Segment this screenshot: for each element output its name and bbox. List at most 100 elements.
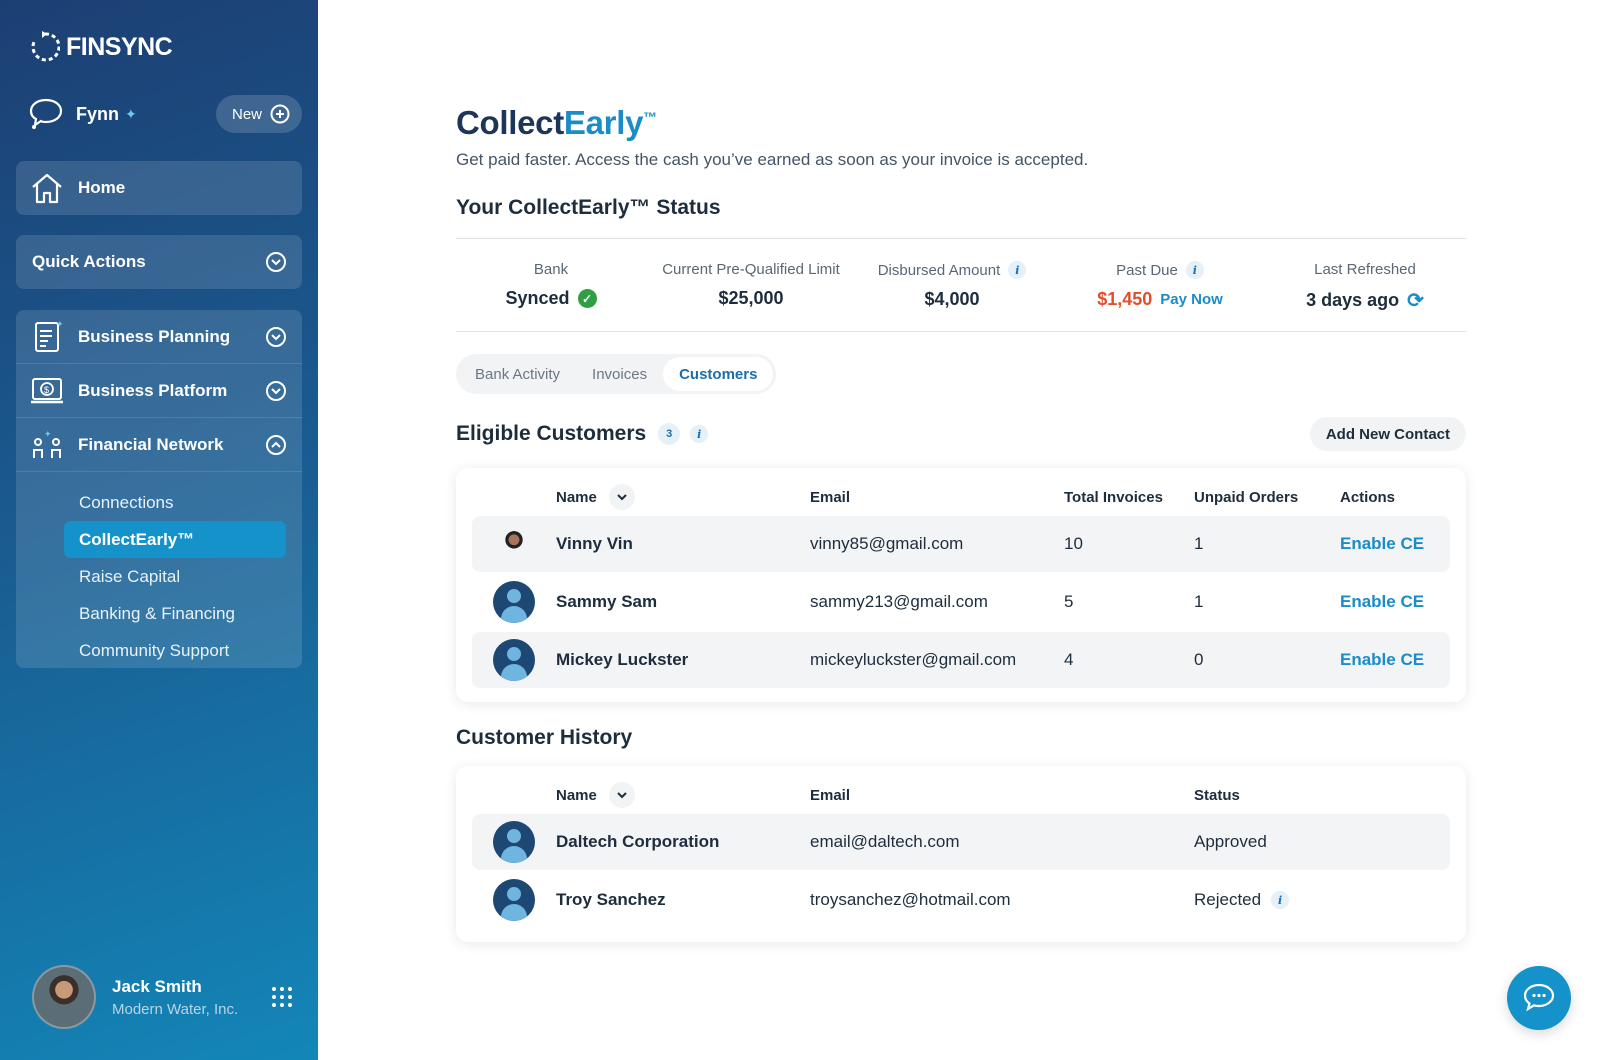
tab-customers[interactable]: Customers <box>663 357 774 391</box>
title-accent: Early <box>563 104 644 141</box>
eligible-title: Eligible Customers <box>456 422 647 445</box>
past-due-value-row: $1,450 Pay Now <box>1068 289 1252 310</box>
home-label: Home <box>78 178 126 197</box>
chevron-down-icon[interactable] <box>608 782 635 808</box>
chat-bubble-icon[interactable] <box>28 97 64 131</box>
finsync-logo[interactable]: FINSYNC <box>30 30 173 64</box>
info-icon[interactable]: i <box>1008 261 1027 279</box>
stat-past-due: Past Due i $1,450 Pay Now <box>1068 261 1252 310</box>
customer-email: mickeyluckster@gmail.com <box>810 650 1017 669</box>
customer-name: Sammy Sam <box>556 592 658 611</box>
name-header: Name <box>556 488 597 506</box>
apps-grid-icon[interactable] <box>272 987 292 1007</box>
col-name-header: Name <box>556 782 810 808</box>
page-subtitle: Get paid faster. Access the cash you’ve … <box>456 150 1089 169</box>
name-header: Name <box>556 786 597 804</box>
chat-bubble-icon <box>1523 983 1555 1012</box>
unpaid-orders: 1 <box>1194 534 1204 553</box>
table-row[interactable]: Sammy Sam sammy213@gmail.com 5 1 Enable … <box>472 574 1450 630</box>
svg-text:✦: ✦ <box>56 319 64 329</box>
refresh-icon[interactable]: ⟳ <box>1407 288 1424 313</box>
check-icon: ✓ <box>577 289 597 308</box>
avatar <box>493 581 535 623</box>
eligible-header: Eligible Customers 3 i Add New Contact <box>456 416 1466 452</box>
add-new-contact-button[interactable]: Add New Contact <box>1309 417 1466 451</box>
tab-bar: Bank Activity Invoices Customers <box>456 354 777 394</box>
bank-value: Synced <box>505 288 570 308</box>
chat-button[interactable] <box>1507 966 1571 1030</box>
stat-bank: Bank Synced ✓ <box>456 261 646 309</box>
bank-label: Bank <box>533 261 569 278</box>
table-row[interactable]: Mickey Luckster mickeyluckster@gmail.com… <box>472 632 1450 688</box>
unpaid-orders: 1 <box>1194 592 1204 611</box>
enable-ce-link[interactable]: Enable CE <box>1340 650 1424 670</box>
chevron-up-icon[interactable] <box>266 434 286 455</box>
sub-item-community-support[interactable]: Community Support <box>16 632 302 669</box>
home-icon <box>32 173 62 204</box>
info-icon[interactable]: i <box>1185 261 1204 279</box>
chevron-down-icon[interactable] <box>608 484 635 510</box>
nav-business-planning[interactable]: ✦ Business Planning <box>16 310 302 364</box>
total-invoices: 4 <box>1064 650 1074 669</box>
business-platform-label: Business Platform <box>78 380 228 400</box>
avatar[interactable] <box>32 965 96 1029</box>
table-row[interactable]: Troy Sanchez troysanchez@hotmail.com Rej… <box>472 872 1450 928</box>
refreshed-value-row: 3 days ago ⟳ <box>1272 288 1458 313</box>
chevron-down-icon[interactable] <box>266 252 286 272</box>
disbursed-label-row: Disbursed Amount i <box>860 261 1044 279</box>
customer-name: Vinny Vin <box>556 534 633 553</box>
stat-refreshed: Last Refreshed 3 days ago ⟳ <box>1272 261 1458 313</box>
info-icon[interactable]: i <box>690 425 709 443</box>
total-invoices: 10 <box>1064 534 1083 553</box>
new-button[interactable]: New <box>215 95 302 133</box>
total-invoices-header: Total Invoices <box>1064 488 1163 506</box>
nav-quick-actions[interactable]: Quick Actions <box>16 235 302 289</box>
chevron-down-icon[interactable] <box>266 326 286 347</box>
unpaid-orders-header: Unpaid Orders <box>1194 488 1299 506</box>
nav-financial-network[interactable]: ✦ Financial Network <box>16 418 302 472</box>
avatar <box>493 879 535 921</box>
user-profile[interactable]: Jack Smith Modern Water, Inc. <box>32 965 292 1029</box>
sub-item-banking-financing[interactable]: Banking & Financing <box>16 595 302 632</box>
customer-email: troysanchez@hotmail.com <box>810 890 1011 909</box>
pay-now-link[interactable]: Pay Now <box>1160 291 1223 308</box>
user-info: Jack Smith Modern Water, Inc. <box>112 977 238 1018</box>
table-row[interactable]: Vinny Vin vinny85@gmail.com 10 1 Enable … <box>472 516 1450 572</box>
table-row[interactable]: Daltech Corporation email@daltech.com Ap… <box>472 814 1450 870</box>
tab-bank-activity[interactable]: Bank Activity <box>459 357 576 391</box>
limit-value: $25,000 <box>718 288 784 308</box>
business-planning-label: Business Planning <box>78 326 231 346</box>
fynn-row: Fynn ✦ New <box>28 94 302 134</box>
fynn-label[interactable]: Fynn <box>76 104 119 125</box>
customer-email: sammy213@gmail.com <box>810 592 988 611</box>
table-header: Name Email Total Invoices Unpaid Orders … <box>472 480 1450 514</box>
stat-limit: Current Pre-Qualified Limit $25,000 <box>656 261 846 309</box>
sub-item-raise-capital[interactable]: Raise Capital <box>16 558 302 595</box>
dollar-laptop-icon: $ <box>31 377 63 403</box>
nav-business-platform[interactable]: $ Business Platform <box>16 364 302 418</box>
stat-disbursed: Disbursed Amount i $4,000 <box>860 261 1044 310</box>
customer-name: Daltech Corporation <box>556 832 720 851</box>
status-header: Status <box>1194 786 1240 804</box>
logo-text: FINSYNC <box>66 32 173 61</box>
document-chart-icon: ✦ <box>35 319 64 352</box>
disbursed-value: $4,000 <box>924 289 980 309</box>
tab-invoices[interactable]: Invoices <box>576 357 663 391</box>
financial-network-label: Financial Network <box>78 434 224 454</box>
unpaid-orders: 0 <box>1194 650 1204 669</box>
enable-ce-link[interactable]: Enable CE <box>1340 592 1424 612</box>
sync-logo-icon <box>31 31 60 62</box>
status-value: Approved <box>1194 832 1267 851</box>
enable-ce-link[interactable]: Enable CE <box>1340 534 1424 554</box>
customer-email: vinny85@gmail.com <box>810 534 964 553</box>
bank-value-row: Synced ✓ <box>456 288 646 309</box>
info-icon[interactable]: i <box>1271 891 1290 909</box>
sidebar: FINSYNC Fynn ✦ New Home Quick Actions ✦ … <box>0 0 318 1060</box>
chevron-down-icon[interactable] <box>266 380 286 401</box>
col-name-header: Name <box>556 484 810 510</box>
sub-item-collectearly[interactable]: CollectEarly™ <box>64 521 286 558</box>
nav-home[interactable]: Home <box>16 161 302 215</box>
sub-item-connections[interactable]: Connections <box>16 484 302 521</box>
financial-network-subnav: Connections CollectEarly™ Raise Capital … <box>16 472 302 669</box>
status-panel: Bank Synced ✓ Current Pre-Qualified Limi… <box>456 238 1466 332</box>
